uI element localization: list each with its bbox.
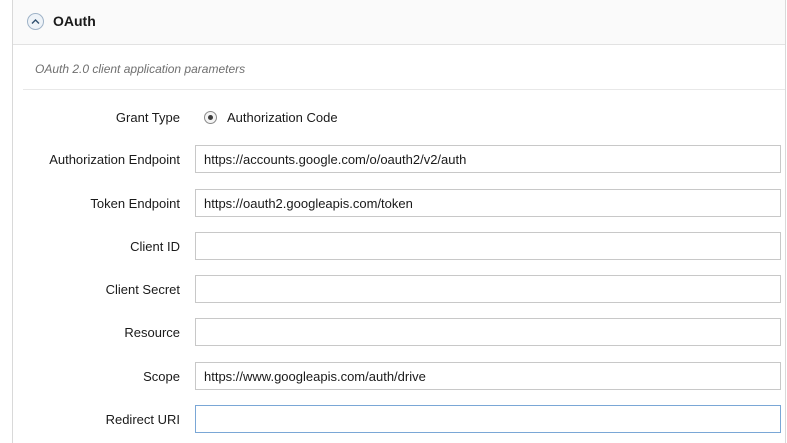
authorization-code-label[interactable]: Authorization Code <box>227 110 338 125</box>
token-endpoint-input[interactable] <box>195 189 781 217</box>
client-secret-label: Client Secret <box>105 282 180 297</box>
redirect-uri-label: Redirect URI <box>105 412 180 427</box>
client-secret-input[interactable] <box>195 275 781 303</box>
radio-selected-dot <box>208 115 213 120</box>
grant-type-label: Grant Type <box>115 110 180 125</box>
authorization-endpoint-input[interactable] <box>195 145 781 173</box>
oauth-panel: OAuth OAuth 2.0 client application param… <box>12 0 786 443</box>
section-description: OAuth 2.0 client application parameters <box>35 62 246 76</box>
chevron-up-icon <box>31 19 40 24</box>
authorization-code-radio[interactable] <box>204 111 217 124</box>
client-id-input[interactable] <box>195 232 781 260</box>
section-header: OAuth <box>13 0 785 45</box>
scope-input[interactable] <box>195 362 781 390</box>
authorization-endpoint-label: Authorization Endpoint <box>49 152 180 167</box>
resource-input[interactable] <box>195 318 781 346</box>
scope-label: Scope <box>143 369 180 384</box>
divider <box>23 89 785 90</box>
client-id-label: Client ID <box>130 239 180 254</box>
token-endpoint-label: Token Endpoint <box>90 196 180 211</box>
section-title: OAuth <box>53 13 96 29</box>
redirect-uri-input[interactable] <box>195 405 781 433</box>
resource-label: Resource <box>124 325 180 340</box>
collapse-button[interactable] <box>27 13 44 30</box>
